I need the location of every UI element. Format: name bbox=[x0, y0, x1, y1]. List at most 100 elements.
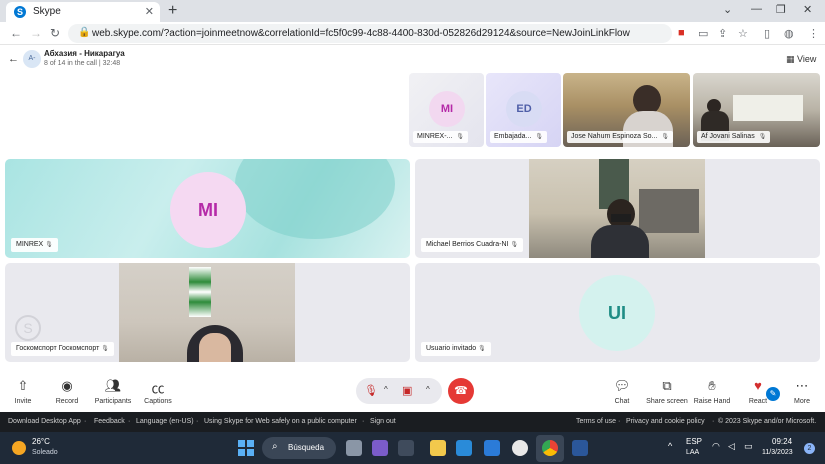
thumbnail-jose-video[interactable]: Jose Nahum Espinoza So... 🎙︎ bbox=[563, 73, 690, 147]
url-text: web.skype.com/?action=joinmeetnow&correl… bbox=[92, 28, 630, 39]
back-arrow-icon[interactable]: ← bbox=[8, 53, 19, 65]
browser-tab-bar: S Skype ✕ + ⌄ — ❐ ✕ bbox=[0, 0, 825, 22]
end-call-button[interactable]: ☎ bbox=[448, 378, 474, 404]
bookmark-star-icon[interactable]: ☆ bbox=[738, 27, 748, 40]
teams-icon[interactable] bbox=[372, 440, 388, 456]
close-tab-icon[interactable]: ✕ bbox=[145, 5, 154, 18]
footer-divider: · bbox=[712, 418, 715, 425]
camera-off-icon[interactable]: ▣ bbox=[402, 384, 412, 397]
tile-michael[interactable]: Michael Berrios Cuadra-NI 🎙︎ bbox=[415, 159, 820, 258]
chevron-up-icon[interactable]: ^ bbox=[426, 385, 430, 394]
close-window-icon[interactable]: ✕ bbox=[803, 3, 812, 16]
sign-out-link[interactable]: Sign out bbox=[370, 418, 396, 425]
widgets-icon[interactable] bbox=[398, 440, 414, 456]
windows-start-icon[interactable] bbox=[238, 440, 254, 456]
app-icon[interactable] bbox=[512, 440, 528, 456]
file-explorer-icon[interactable] bbox=[430, 440, 446, 456]
video-feed bbox=[119, 263, 295, 362]
browser-tab[interactable]: S Skype ✕ bbox=[6, 2, 160, 22]
share-up-icon: ⇧ bbox=[17, 378, 29, 393]
captions-button[interactable]: ㏄ Captions bbox=[142, 378, 174, 405]
tab-search-icon[interactable]: ⌄ bbox=[723, 3, 732, 16]
privacy-link[interactable]: Privacy and cookie policy bbox=[626, 418, 705, 425]
maximize-icon[interactable]: ❐ bbox=[776, 3, 786, 16]
language-link[interactable]: Language (en-US) bbox=[136, 418, 194, 425]
tab-title: Skype bbox=[33, 6, 61, 17]
notification-badge[interactable]: 2 bbox=[804, 443, 815, 454]
weather-temp[interactable]: 26°C bbox=[32, 437, 50, 446]
download-app-link[interactable]: Download Desktop App bbox=[8, 418, 81, 425]
chevron-up-icon[interactable]: ^ bbox=[668, 441, 672, 451]
share-icon[interactable]: ⇪ bbox=[718, 27, 727, 40]
chat-bubble-icon: 💬︎ bbox=[613, 378, 631, 393]
participants-button[interactable]: 👥︎ Participants bbox=[92, 378, 134, 405]
clock-time[interactable]: 09:24 bbox=[772, 437, 792, 446]
mic-off-icon[interactable]: 🎙︎ bbox=[364, 384, 378, 397]
record-button[interactable]: ◉ Record bbox=[52, 378, 82, 405]
thumbnail-embajada[interactable]: ED Embajada... 🎙︎ bbox=[486, 73, 561, 147]
compose-icon[interactable]: ✎ bbox=[766, 387, 780, 401]
group-avatar[interactable]: A- bbox=[23, 50, 41, 68]
page-footer: Download Desktop App · Feedback · Langua… bbox=[0, 412, 825, 432]
participant-avatar: UI bbox=[579, 275, 655, 351]
participant-avatar: MI bbox=[170, 172, 246, 248]
forward-icon[interactable]: → bbox=[30, 26, 42, 40]
chat-title: Абхазия - Никарагуа bbox=[44, 49, 125, 58]
mic-muted-icon: 🎙︎ bbox=[661, 134, 670, 140]
video-feed bbox=[529, 159, 705, 258]
terms-link[interactable]: Terms of use bbox=[576, 418, 616, 425]
lock-icon: 🔒 bbox=[78, 27, 91, 38]
chevron-up-icon[interactable]: ^ bbox=[384, 385, 388, 394]
profile-icon[interactable]: ◍ bbox=[784, 27, 794, 40]
dropbox-icon[interactable] bbox=[484, 440, 500, 456]
cast-icon[interactable]: ▭ bbox=[698, 27, 708, 40]
tile-goskomsport[interactable]: S Госкомспорт Госкомспорт 🎙︎ bbox=[5, 263, 410, 362]
thumbnail-jovani-video[interactable]: Af Jovani Salinas 🎙︎ bbox=[693, 73, 820, 147]
mic-muted-icon: 🎙︎ bbox=[45, 242, 53, 248]
chat-button[interactable]: 💬︎ Chat bbox=[610, 378, 634, 405]
battery-icon[interactable]: ▭ bbox=[744, 441, 753, 452]
sidebar-icon[interactable]: ▯ bbox=[764, 27, 770, 40]
more-button[interactable]: ⋯ More bbox=[790, 378, 814, 405]
footer-divider: · bbox=[128, 418, 131, 425]
people-icon: 👥︎ bbox=[104, 378, 122, 393]
grid-icon: ▦ bbox=[786, 54, 795, 64]
clock-date[interactable]: 11/3/2023 bbox=[762, 449, 793, 456]
back-icon[interactable]: ← bbox=[10, 26, 22, 40]
chrome-icon[interactable] bbox=[542, 440, 558, 456]
wifi-icon[interactable]: ◠ bbox=[712, 441, 720, 452]
call-status: 8 of 14 in the call | 32:48 bbox=[44, 60, 121, 67]
view-button[interactable]: ▦ View bbox=[786, 54, 816, 65]
task-view-icon[interactable] bbox=[346, 440, 362, 456]
new-tab-icon[interactable]: + bbox=[168, 2, 177, 20]
raise-hand-button[interactable]: ✋︎ Raise Hand bbox=[692, 378, 732, 405]
thumbnail-minrex[interactable]: MI MINREX-... 🎙︎ bbox=[409, 73, 484, 147]
mic-muted-icon: 🎙︎ bbox=[535, 134, 543, 140]
weather-desc[interactable]: Soleado bbox=[32, 449, 58, 456]
tile-minrex[interactable]: MI MINREX 🎙︎ bbox=[5, 159, 410, 258]
call-header: ← A- Абхазия - Никарагуа 8 of 14 in the … bbox=[0, 46, 825, 72]
participant-label: Госкомспорт Госкомспорт 🎙︎ bbox=[11, 342, 114, 356]
sun-icon bbox=[12, 441, 26, 455]
url-field[interactable]: 🔒 web.skype.com/?action=joinmeetnow&corr… bbox=[68, 24, 672, 43]
participant-label: Usuario invitado 🎙︎ bbox=[421, 342, 491, 356]
tile-usuario[interactable]: UI Usuario invitado 🎙︎ bbox=[415, 263, 820, 362]
invite-button[interactable]: ⇧ Invite bbox=[10, 378, 36, 405]
person-face bbox=[199, 333, 231, 362]
share-screen-button[interactable]: ⧉ Share screen bbox=[645, 378, 689, 405]
camera-blocked-icon[interactable]: ■ bbox=[678, 27, 685, 39]
menu-icon[interactable]: ⋮ bbox=[808, 27, 819, 40]
volume-icon[interactable]: ◁ bbox=[728, 441, 735, 452]
safety-link[interactable]: Using Skype for Web safely on a public c… bbox=[204, 418, 357, 425]
captions-icon: ㏄ bbox=[151, 381, 165, 396]
minimize-icon[interactable]: — bbox=[751, 3, 762, 15]
language-code[interactable]: ESP bbox=[686, 437, 702, 446]
edge-icon[interactable] bbox=[456, 440, 472, 456]
feedback-link[interactable]: Feedback bbox=[94, 418, 125, 425]
taskbar-search[interactable]: ⌕ Búsqueda bbox=[262, 437, 336, 459]
phone-hangup-icon: ☎ bbox=[454, 385, 468, 397]
word-icon[interactable] bbox=[572, 440, 588, 456]
monitor-shape bbox=[639, 189, 699, 233]
keyboard-layout[interactable]: LAA bbox=[686, 449, 699, 456]
reload-icon[interactable]: ↻ bbox=[50, 26, 60, 40]
